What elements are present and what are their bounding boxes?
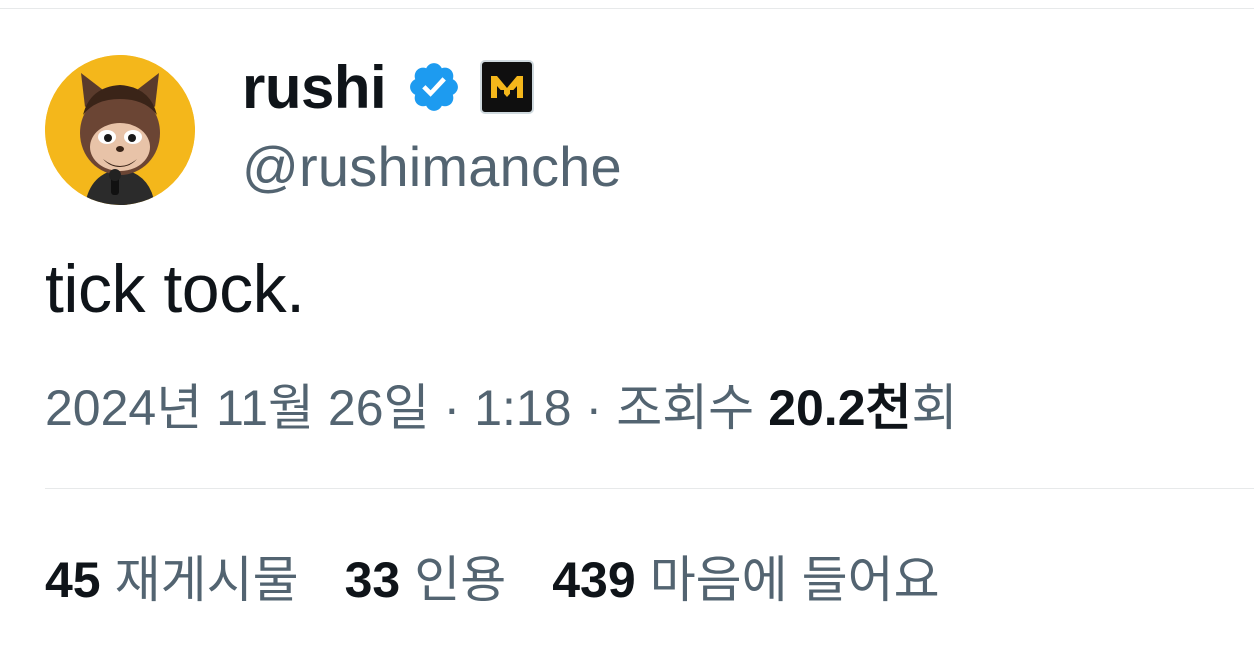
tweet-date[interactable]: 2024년 11월 26일 <box>45 368 430 440</box>
likes-stat[interactable]: 439 마음에 들어요 <box>552 540 939 612</box>
verified-checkmark-icon[interactable] <box>406 59 462 115</box>
tweet-text: tick tock. <box>45 251 305 327</box>
likes-count: 439 <box>552 552 636 608</box>
cartoon-cat-avatar-icon <box>45 55 195 205</box>
meta-separator: · <box>585 380 603 436</box>
views-suffix: 회 <box>911 380 958 436</box>
reposts-stat[interactable]: 45 재게시물 <box>45 540 299 612</box>
tweet-meta: 2024년 11월 26일 · 1:18 · 조회수 20.2천 회 <box>45 368 958 440</box>
tweet-time[interactable]: 1:18 <box>474 379 571 437</box>
views-count[interactable]: 20.2천 <box>768 368 911 440</box>
affiliate-m-badge-icon[interactable] <box>480 60 535 114</box>
engagement-stats: 45 재게시물 33 인용 439 마음에 들어요 <box>45 540 986 612</box>
avatar[interactable] <box>45 55 195 205</box>
meta-separator: · <box>443 380 461 436</box>
user-handle[interactable]: @rushimanche <box>242 134 622 199</box>
stats-divider <box>45 488 1254 489</box>
likes-label: 마음에 들어요 <box>649 552 940 608</box>
quotes-label: 인용 <box>414 552 507 608</box>
quotes-stat[interactable]: 33 인용 <box>345 540 507 612</box>
quotes-count: 33 <box>344 552 401 608</box>
reposts-label: 재게시물 <box>114 552 299 608</box>
views-label: 조회수 <box>616 380 755 436</box>
name-row: rushi <box>242 52 535 122</box>
top-divider <box>0 8 1254 9</box>
display-name[interactable]: rushi <box>242 53 387 122</box>
reposts-count: 45 <box>45 552 101 608</box>
